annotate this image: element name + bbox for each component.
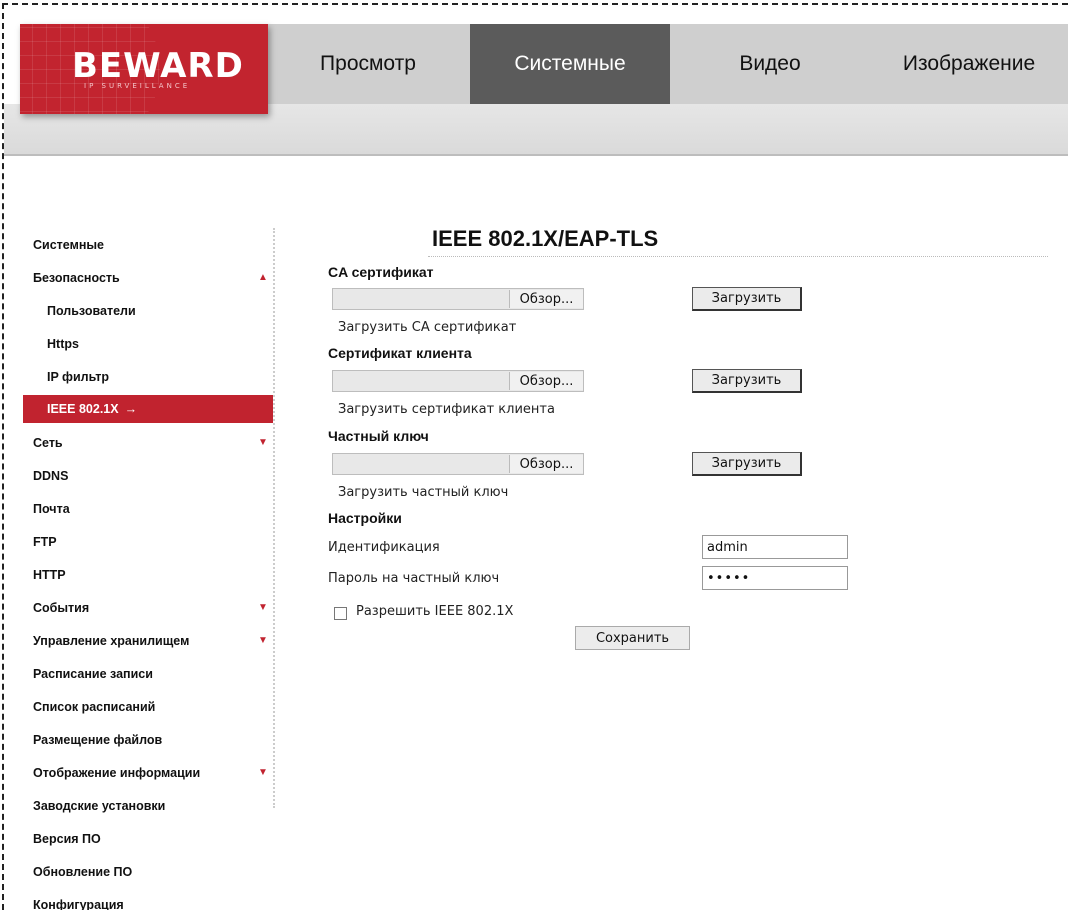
arrow-right-icon: →	[124, 402, 138, 416]
sidebar-item-configuration[interactable]: Конфигурация	[23, 888, 273, 910]
caret-down-icon: ▼	[258, 602, 268, 613]
sidebar-item-label: Конфигурация	[33, 897, 124, 910]
tab-system[interactable]: Системные	[470, 24, 670, 104]
sidebar-item-https[interactable]: Https	[23, 327, 273, 360]
sidebar-item-users[interactable]: Пользователи	[23, 294, 273, 327]
page-title: IEEE 802.1X/EAP-TLS	[432, 226, 659, 251]
sidebar-item-ip-filter[interactable]: IP фильтр	[23, 360, 273, 393]
ca-cert-label: CA сертификат	[328, 264, 434, 280]
sidebar-item-info-display[interactable]: Отображение информации ▼	[23, 756, 273, 789]
enable-ieee8021x-checkbox[interactable]	[334, 607, 347, 620]
private-key-file-input[interactable]: Обзор...	[332, 453, 584, 475]
tab-video[interactable]: Видео	[670, 24, 870, 104]
caret-down-icon: ▼	[258, 437, 268, 448]
sidebar-item-label: FTP	[33, 534, 57, 549]
sidebar-item-label: Заводские установки	[33, 798, 166, 813]
sidebar-item-firmware-update[interactable]: Обновление ПО	[23, 855, 273, 888]
sidebar-item-label: Управление хранилищем	[33, 633, 190, 648]
sidebar-item-label: Отображение информации	[33, 765, 201, 780]
private-key-browse-button[interactable]: Обзор...	[509, 455, 583, 473]
save-button[interactable]: Сохранить	[575, 626, 690, 650]
sidebar-item-label: Пользователи	[47, 303, 136, 318]
ca-cert-upload-button[interactable]: Загрузить	[692, 287, 802, 311]
ca-cert-file-input[interactable]: Обзор...	[332, 288, 584, 310]
sidebar-item-mail[interactable]: Почта	[23, 492, 273, 525]
caret-down-icon: ▼	[258, 635, 268, 646]
ca-cert-browse-button[interactable]: Обзор...	[509, 290, 583, 308]
private-key-upload-button[interactable]: Загрузить	[692, 452, 802, 476]
sidebar-item-label: Размещение файлов	[33, 732, 163, 747]
beward-logo: BEWARD IP SURVEILLANCE	[20, 24, 268, 114]
private-key-hint: Загрузить частный ключ	[338, 485, 509, 500]
sidebar-item-label: DDNS	[33, 468, 69, 483]
sidebar-item-label: Расписание записи	[33, 666, 153, 681]
main-nav: Просмотр Системные Видео Изображение	[266, 24, 1068, 104]
header: BEWARD IP SURVEILLANCE Просмотр Системны…	[4, 24, 1068, 159]
sidebar-item-label: Https	[47, 336, 79, 351]
identity-label: Идентификация	[328, 540, 440, 555]
client-cert-label: Сертификат клиента	[328, 345, 472, 361]
sidebar-item-label: Версия ПО	[33, 831, 101, 846]
ca-cert-hint: Загрузить CA сертификат	[338, 320, 517, 335]
sidebar-item-ieee8021x[interactable]: IEEE 802.1X →	[23, 395, 273, 423]
sidebar: Системные Безопасность ▲ Пользователи Htt…	[23, 228, 273, 910]
sidebar-item-events[interactable]: События ▼	[23, 591, 273, 624]
identity-input[interactable]	[702, 535, 848, 559]
sidebar-item-network[interactable]: Сеть ▼	[23, 426, 273, 459]
client-cert-file-input[interactable]: Обзор...	[332, 370, 584, 392]
client-cert-browse-button[interactable]: Обзор...	[509, 372, 583, 390]
sidebar-divider	[273, 228, 275, 808]
enable-ieee8021x-label: Разрешить IEEE 802.1X	[356, 604, 514, 619]
sidebar-item-label: Список расписаний	[33, 699, 156, 714]
logo-tagline: IP SURVEILLANCE	[84, 82, 191, 90]
sidebar-item-firmware-version[interactable]: Версия ПО	[23, 822, 273, 855]
logo-brand: BEWARD	[72, 46, 244, 86]
sidebar-item-file-placement[interactable]: Размещение файлов	[23, 723, 273, 756]
tab-view[interactable]: Просмотр	[266, 24, 470, 104]
tab-image[interactable]: Изображение	[870, 24, 1068, 104]
sidebar-item-label: События	[33, 600, 90, 615]
sidebar-item-label: Безопасность	[33, 270, 120, 285]
caret-up-icon: ▲	[258, 272, 268, 283]
sidebar-item-label: IP фильтр	[47, 369, 109, 384]
sidebar-item-label: Системные	[33, 237, 104, 252]
sidebar-item-schedule-list[interactable]: Список расписаний	[23, 690, 273, 723]
sidebar-item-storage[interactable]: Управление хранилищем ▼	[23, 624, 273, 657]
sidebar-item-label: IEEE 802.1X	[47, 402, 119, 416]
sidebar-item-ftp[interactable]: FTP	[23, 525, 273, 558]
sidebar-item-http[interactable]: HTTP	[23, 558, 273, 591]
client-cert-upload-button[interactable]: Загрузить	[692, 369, 802, 393]
title-divider	[428, 256, 1048, 257]
caret-down-icon: ▼	[258, 767, 268, 778]
sidebar-item-ddns[interactable]: DDNS	[23, 459, 273, 492]
sidebar-item-label: HTTP	[33, 567, 66, 582]
sidebar-item-record-schedule[interactable]: Расписание записи	[23, 657, 273, 690]
sidebar-item-label: Почта	[33, 501, 70, 516]
sidebar-item-factory-defaults[interactable]: Заводские установки	[23, 789, 273, 822]
settings-label: Настройки	[328, 510, 402, 526]
sidebar-item-security[interactable]: Безопасность ▲	[23, 261, 273, 294]
client-cert-hint: Загрузить сертификат клиента	[338, 402, 555, 417]
frame-border-top	[2, 3, 1068, 5]
private-key-label: Частный ключ	[328, 428, 429, 444]
key-password-label: Пароль на частный ключ	[328, 571, 500, 586]
sidebar-item-system[interactable]: Системные	[23, 228, 273, 261]
sidebar-item-label: Сеть	[33, 435, 63, 450]
key-password-input[interactable]	[702, 566, 848, 590]
sidebar-item-label: Обновление ПО	[33, 864, 133, 879]
